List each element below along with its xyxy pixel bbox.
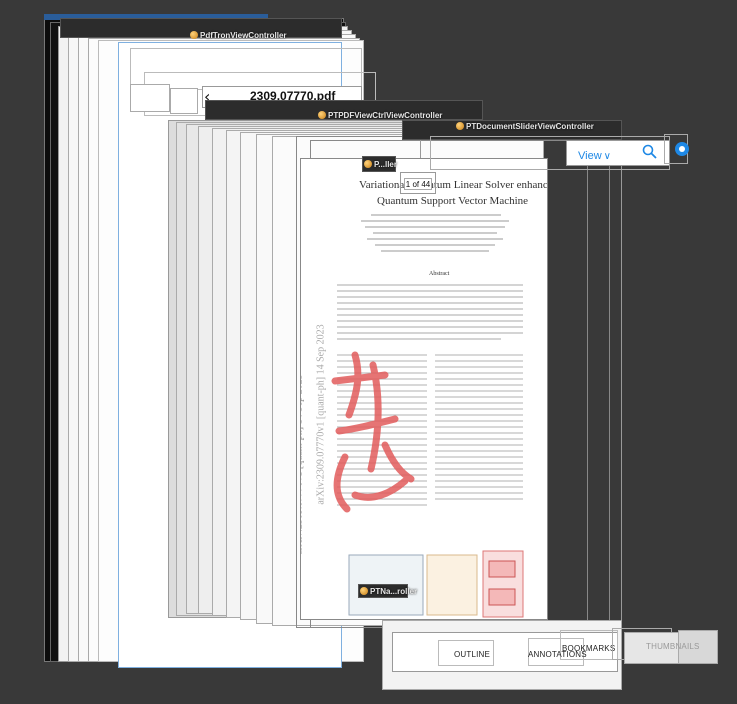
tab-thumbnails[interactable]: THUMBNAILS — [646, 642, 700, 651]
controller-name: PTPDFViewCtrlViewController — [328, 110, 443, 120]
page-indicator[interactable]: 1 of 44 — [404, 178, 432, 190]
navbar-outline-3 — [130, 84, 170, 112]
tab-bookmarks[interactable]: BOOKMARKS — [562, 644, 615, 653]
search-icon[interactable] — [642, 144, 658, 160]
settings-gear-icon[interactable] — [674, 141, 690, 157]
pdftron-controller-label[interactable]: PdfTronViewController — [190, 29, 287, 41]
page-indicator-controller-label[interactable]: P...ller — [364, 158, 397, 170]
controller-name: P...ller — [374, 159, 397, 169]
controller-dot-icon — [364, 160, 372, 168]
view-hierarchy-debugger: PdfTronViewController ‹ 2309.07770.pdf P… — [0, 0, 737, 704]
controller-name: PTNa...roller — [370, 586, 418, 596]
chevron-down-icon: ∨ — [603, 150, 611, 162]
document-slider-controller-label[interactable]: PTDocumentSliderViewController — [456, 120, 594, 132]
view-label: View — [578, 150, 602, 162]
navigation-controller-label[interactable]: PTNa...roller — [360, 585, 417, 597]
red-seal-annotation — [331, 351, 415, 513]
controller-name: PTDocumentSliderViewController — [466, 121, 594, 131]
view-mode-button[interactable]: View ∨ — [578, 149, 611, 163]
controller-name: PdfTronViewController — [200, 30, 287, 40]
controller-dot-icon — [190, 31, 198, 39]
pdf-page[interactable]: arXiv:2309.07770v1 [quant-ph] 14 Sep 202… — [300, 158, 548, 620]
tab-outline[interactable]: OUTLINE — [454, 650, 490, 659]
controller-dot-icon — [318, 111, 326, 119]
controller-dot-icon — [456, 122, 464, 130]
controller-dot-icon — [360, 587, 368, 595]
navbar-outline-4 — [170, 88, 198, 114]
